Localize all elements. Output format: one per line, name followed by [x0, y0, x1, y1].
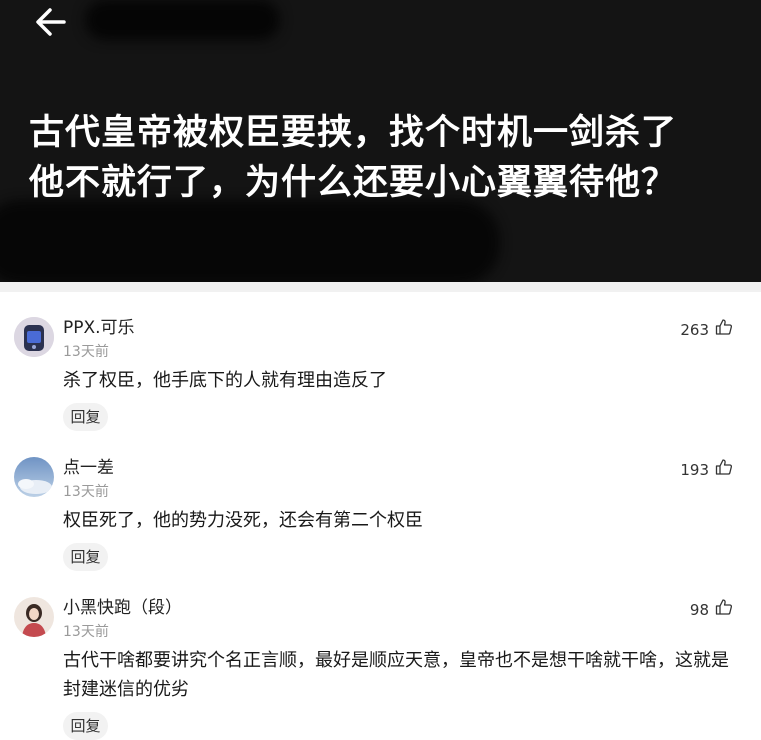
redaction-bar	[85, 0, 280, 40]
reply-button[interactable]: 回复	[63, 543, 108, 571]
thumbs-up-icon	[715, 318, 733, 341]
comment-item: PPX.可乐 13天前 杀了权臣，他手底下的人就有理由造反了 回复 263	[0, 292, 761, 432]
like-count: 98	[689, 600, 709, 619]
comment-text: 权臣死了，他的势力没死，还会有第二个权臣	[63, 510, 423, 531]
title-line: 古代皇帝被权臣要挟，找个时机一剑杀了	[29, 113, 678, 153]
avatar[interactable]	[14, 597, 54, 637]
comment-time: 13天前	[63, 484, 109, 500]
comment-item: 点一差 13天前 权臣死了，他的势力没死，还会有第二个权臣 回复 193	[0, 432, 761, 572]
arrow-left-icon	[33, 4, 69, 44]
comment-text: 杀了权臣，他手底下的人就有理由造反了	[63, 370, 387, 391]
thumbs-up-icon	[715, 598, 733, 621]
redaction-bar	[0, 200, 500, 282]
thumbs-up-icon	[715, 458, 733, 481]
avatar[interactable]	[14, 317, 54, 357]
like-button[interactable]: 193	[680, 458, 733, 481]
comment-username[interactable]: 点一差	[63, 457, 114, 479]
like-count: 193	[680, 460, 709, 479]
reply-button[interactable]: 回复	[63, 403, 108, 431]
like-button[interactable]: 98	[690, 598, 733, 621]
title-line: 他不就行了，为什么还要小心翼翼待他？	[29, 163, 678, 203]
avatar[interactable]	[14, 457, 54, 497]
comment-item: 小黑快跑（段） 13天前 古代干啥都要讲究个名正言顺，最好是顺应天意，皇帝也不是…	[0, 572, 761, 740]
comment-username[interactable]: PPX.可乐	[63, 317, 135, 339]
comment-time: 13天前	[63, 624, 109, 640]
comment-text: 古代干啥都要讲究个名正言顺，最好是顺应天意，皇帝也不是想干啥就干啥，这就是封建迷…	[63, 650, 729, 700]
post-header: 古代皇帝被权臣要挟，找个时机一剑杀了 他不就行了，为什么还要小心翼翼待他？	[0, 0, 761, 282]
like-count: 263	[680, 320, 709, 339]
section-divider	[0, 282, 761, 292]
comment-time: 13天前	[63, 344, 109, 360]
comment-username[interactable]: 小黑快跑（段）	[63, 597, 182, 619]
like-button[interactable]: 263	[680, 318, 733, 341]
page-title: 古代皇帝被权臣要挟，找个时机一剑杀了 他不就行了，为什么还要小心翼翼待他？	[29, 108, 729, 208]
back-button[interactable]	[30, 6, 72, 42]
reply-button[interactable]: 回复	[63, 712, 108, 740]
